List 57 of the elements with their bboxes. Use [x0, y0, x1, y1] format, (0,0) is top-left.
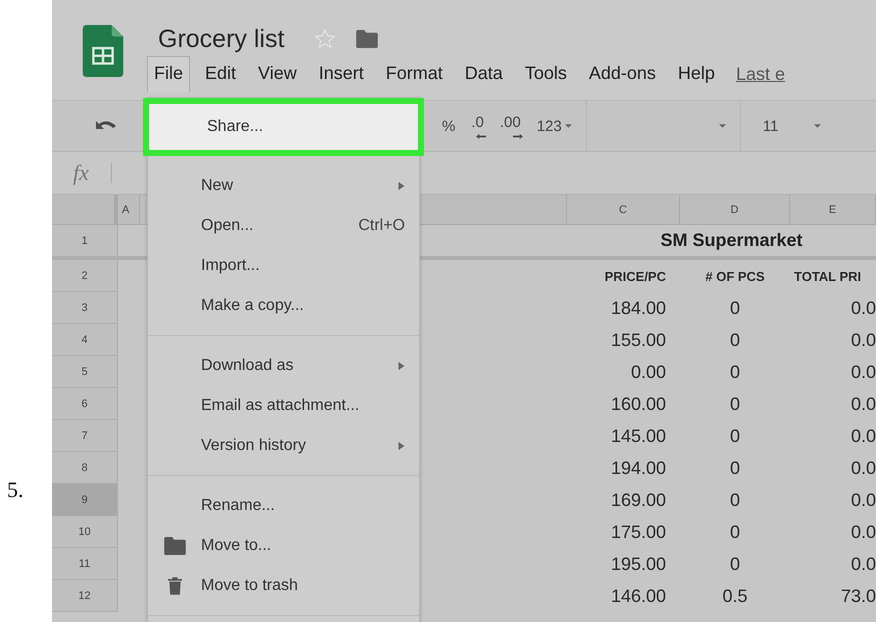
menu-item[interactable]: Version history [148, 426, 419, 466]
menu-bar-item[interactable]: Insert [312, 56, 371, 92]
menu-item[interactable]: Rename... [148, 486, 419, 526]
caret-icon [814, 124, 822, 128]
step-number: 5. [7, 477, 24, 503]
percent-button[interactable]: % [434, 118, 464, 134]
menu-item[interactable]: Email as attachment... [148, 386, 419, 426]
formula-label: fx [73, 160, 89, 186]
row-header[interactable]: 10 [52, 516, 118, 548]
row-header[interactable]: 1 [52, 225, 118, 260]
column-header[interactable]: E [790, 195, 876, 225]
menu-item[interactable]: New [148, 166, 419, 206]
menu-item[interactable]: Make a copy... [148, 286, 419, 326]
menu-bar-item[interactable]: Add-ons [582, 56, 663, 92]
shortcut-label: Ctrl+O [358, 217, 405, 235]
menu-item[interactable]: Open... Ctrl+O [148, 206, 419, 246]
menu-item[interactable]: Move to... [148, 526, 419, 566]
column-header[interactable]: D [680, 195, 790, 225]
font-size-dropdown[interactable]: 11 [762, 118, 822, 134]
decrease-decimals-button[interactable]: .0 [463, 114, 492, 138]
menu-bar-item[interactable]: Help [670, 56, 722, 92]
column-header[interactable]: C [567, 195, 680, 225]
document-title[interactable]: Grocery list [158, 24, 284, 54]
folder-icon [164, 537, 186, 555]
row-header[interactable]: 11 [52, 548, 118, 580]
menu-bar-item[interactable]: Format [378, 56, 450, 92]
left-arrow-icon [476, 134, 486, 138]
row-header[interactable]: 8 [52, 452, 118, 484]
row-header[interactable]: 6 [52, 388, 118, 420]
sheets-logo-icon[interactable] [82, 25, 124, 77]
row-header[interactable]: 9 [52, 484, 118, 516]
row-header[interactable]: 7 [52, 420, 118, 452]
menu-item[interactable]: Move to trash [148, 566, 419, 606]
caret-icon [718, 124, 726, 128]
menu-bar-item[interactable]: View [251, 56, 304, 92]
row-header[interactable]: 4 [52, 324, 118, 356]
trash-icon [168, 577, 182, 595]
row-header[interactable]: 3 [52, 292, 118, 324]
row-header[interactable]: 5 [52, 356, 118, 388]
number-format-button[interactable]: 123 [528, 118, 580, 134]
menu-bar-item[interactable]: Data [458, 56, 510, 92]
menu-bar-item[interactable]: Edit [198, 56, 244, 92]
right-arrow-icon [512, 134, 523, 138]
increase-decimals-button[interactable]: .00 [492, 114, 529, 138]
sheet-title: SM Supermarket [660, 230, 803, 251]
menu-bar-item[interactable]: Tools [518, 56, 574, 92]
menu-bar-item[interactable]: File [147, 56, 190, 92]
column-header[interactable]: A [118, 195, 140, 225]
row-header[interactable]: 12 [52, 580, 118, 612]
menu-item[interactable]: Share... [143, 98, 424, 156]
star-icon[interactable] [314, 28, 336, 50]
last-edit-link[interactable]: Last e [736, 64, 785, 84]
caret-icon [564, 124, 572, 128]
menu-item[interactable]: Download as [148, 346, 419, 386]
row-header[interactable]: 2 [52, 260, 118, 292]
menu-item[interactable]: Import... [148, 246, 419, 286]
folder-icon[interactable] [356, 30, 378, 48]
